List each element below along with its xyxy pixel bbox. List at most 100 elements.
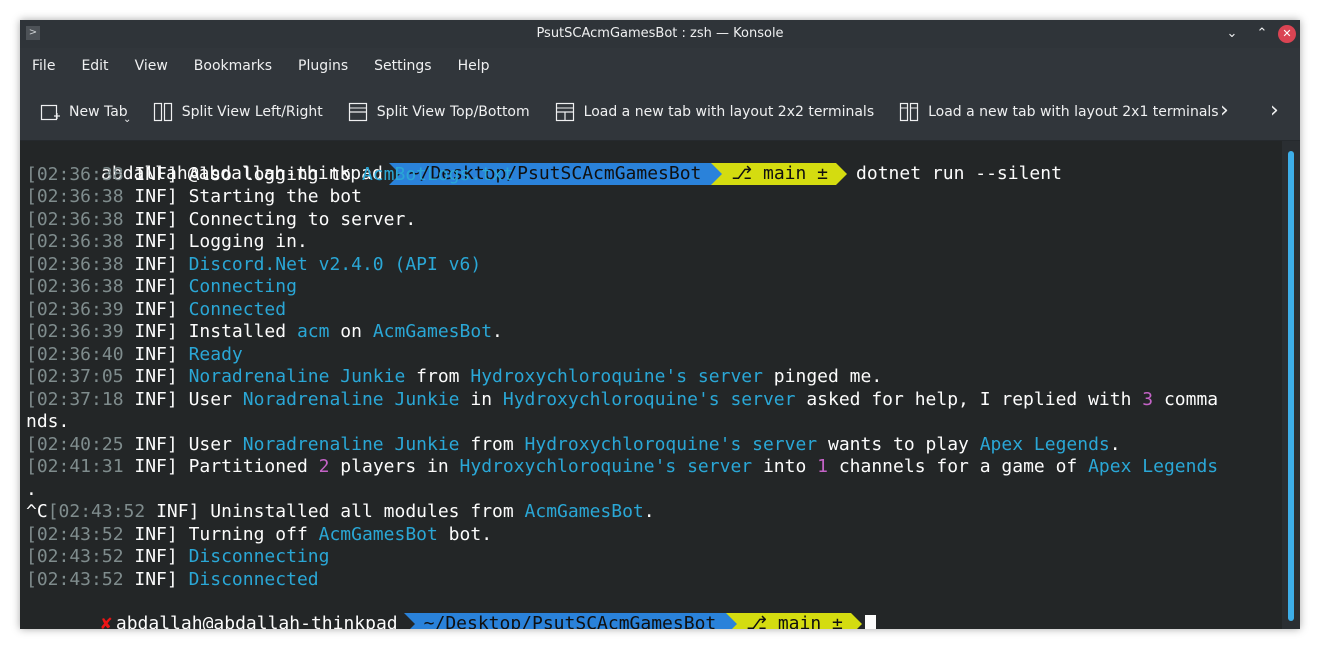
maximize-icon[interactable]: ⌃ (1252, 24, 1272, 44)
menu-bookmarks[interactable]: Bookmarks (194, 58, 272, 74)
split-vertical-icon (348, 102, 368, 122)
minimize-icon[interactable]: ⌄ (1222, 24, 1242, 44)
log-level: INF] (123, 186, 189, 207)
chevron-right-icon[interactable]: › (1220, 100, 1229, 122)
log-text: Apex Legends (1088, 456, 1219, 477)
log-timestamp: [02:36:38 (26, 253, 124, 275)
menu-file[interactable]: File (32, 58, 55, 74)
log-line: ^C[02:43:52 INF] Uninstalled all modules… (26, 501, 655, 523)
log-line: [02:36:38 INF] Also logging to AcmBotLog… (26, 164, 514, 186)
scrollbar[interactable] (1282, 141, 1300, 629)
log-line: . (26, 479, 37, 501)
chevron-down-icon[interactable]: ⌄ (123, 114, 131, 125)
log-level: INF] (123, 163, 189, 185)
log-text: Connecting (188, 276, 297, 297)
log-line: [02:36:39 INF] Connected (26, 299, 286, 321)
new-tab-icon (40, 102, 60, 122)
log-line: [02:36:38 INF] Discord.Net v2.4.0 (API v… (26, 254, 481, 276)
split-view-top-bottom-button[interactable]: Split View Top/Bottom (348, 102, 530, 122)
log-line: [02:41:31 INF] Partitioned 2 players in … (26, 456, 1218, 478)
split-view-left-right-button[interactable]: Split View Left/Right (153, 102, 323, 122)
terminal-output[interactable]: abdallah@abdallah-thinkpad ~/Desktop/Psut… (20, 141, 1282, 629)
log-timestamp: [02:41:31 (26, 456, 124, 477)
toolbar-overflow-icon[interactable]: › (1270, 100, 1279, 122)
log-timestamp: [02:36:39 (26, 298, 124, 320)
log-timestamp: [02:43:52 (26, 546, 124, 567)
prompt-line-current: ✘ abdallah@abdallah-thinkpad ~/Desktop/Psu… (36, 591, 876, 629)
log-text: Hydroxychloroquine's server (459, 456, 753, 477)
log-text: players in (329, 456, 460, 477)
layout-2x2-button[interactable]: Load a new tab with layout 2x2 terminals (555, 102, 874, 122)
split-horizontal-icon (153, 102, 173, 122)
log-text: bot. (437, 523, 493, 545)
menu-view[interactable]: View (135, 58, 168, 74)
log-timestamp: [02:43:52 (26, 523, 124, 545)
log-text: User (188, 388, 243, 410)
log-line: [02:36:38 INF] Connecting to server. (26, 209, 416, 231)
log-text: Disconnecting (188, 546, 330, 567)
new-tab-button[interactable]: New Tab ⌄ (40, 102, 131, 125)
main-toolbar: New Tab ⌄ Split View Left/Right Split Vi… (20, 84, 1300, 141)
log-text: Also logging to (188, 163, 362, 185)
log-text: from (405, 366, 471, 387)
log-timestamp: [02:37:18 (26, 388, 124, 410)
interrupt-marker: ^C (26, 501, 48, 522)
log-text: Apex Legends (979, 433, 1110, 455)
log-level: INF] (123, 321, 189, 342)
log-text: acm (296, 321, 330, 342)
log-line: [02:37:18 INF] User Noradrenaline Junkie… (26, 389, 1218, 411)
grid-2x2-icon (555, 102, 575, 122)
menu-plugins[interactable]: Plugins (298, 58, 348, 74)
log-level: INF] (123, 546, 189, 567)
log-text: . (492, 321, 503, 342)
log-line: [02:43:52 INF] Disconnected (26, 569, 319, 591)
layout-2x1-button[interactable]: Load a new tab with layout 2x1 terminals (899, 102, 1219, 122)
menu-edit[interactable]: Edit (81, 58, 108, 74)
log-text: Uninstalled all modules from (210, 501, 525, 522)
log-text: Logging in. (188, 231, 308, 252)
menu-settings[interactable]: Settings (374, 58, 431, 74)
log-text: wants to play (817, 433, 980, 455)
prompt-line: abdallah@abdallah-thinkpad ~/Desktop/Psut… (32, 141, 1062, 185)
log-text: . (643, 501, 655, 522)
log-text: from (459, 433, 525, 455)
title-bar[interactable]: > PsutSCAcmGamesBot : zsh — Konsole ⌄ ⌃ … (20, 20, 1300, 48)
log-level: INF] (123, 253, 189, 275)
log-text: comma (1153, 388, 1219, 410)
log-text: in (459, 388, 503, 410)
log-line: [02:37:05 INF] Noradrenaline Junkie from… (26, 366, 882, 388)
log-level: INF] (123, 208, 189, 230)
log-text: Connecting to server. (188, 208, 417, 230)
log-text: AcmGamesBot (524, 501, 644, 522)
log-text: channels for a game of (828, 456, 1089, 477)
menu-help[interactable]: Help (458, 58, 490, 74)
log-line: [02:36:38 INF] Connecting (26, 276, 297, 298)
log-text: Disconnected (188, 568, 319, 590)
log-level: INF] (123, 366, 189, 387)
log-text: on (329, 321, 373, 342)
log-text: Noradrenaline Junkie (242, 433, 460, 455)
close-icon[interactable]: ✕ (1278, 25, 1296, 43)
menu-bar: File Edit View Bookmarks Plugins Setting… (20, 48, 1300, 84)
log-timestamp: [02:43:52 (26, 568, 124, 590)
log-timestamp: [02:36:38 (26, 186, 124, 207)
new-tab-label: New Tab (69, 104, 128, 120)
log-level: INF] (123, 298, 189, 320)
log-text: Partitioned (188, 456, 319, 477)
prompt-path: ~/Desktop/PsutSCAcmGamesBot (403, 613, 737, 629)
log-text: Turning off (188, 523, 319, 545)
split-lr-label: Split View Left/Right (181, 104, 323, 120)
konsole-window: > PsutSCAcmGamesBot : zsh — Konsole ⌄ ⌃ … (20, 20, 1300, 629)
log-text: Starting the bot (188, 186, 362, 207)
scrollbar-thumb[interactable] (1288, 151, 1294, 621)
log-timestamp: [02:36:38 (26, 163, 124, 185)
log-line: [02:43:52 INF] Disconnecting (26, 546, 329, 568)
log-line: nds. (26, 411, 69, 433)
log-level: INF] (123, 231, 189, 252)
layout-2x1-label: Load a new tab with layout 2x1 terminals (928, 104, 1219, 120)
log-text: Noradrenaline Junkie (242, 388, 460, 410)
log-text: Connected (188, 298, 287, 320)
log-text: . (1109, 433, 1121, 455)
log-line: [02:36:40 INF] Ready (26, 344, 243, 366)
log-text: Hydroxychloroquine's server (502, 388, 796, 410)
